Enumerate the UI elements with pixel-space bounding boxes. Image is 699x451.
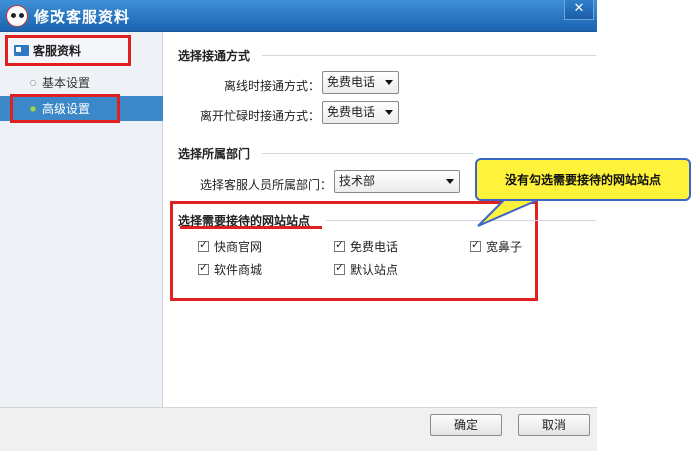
sidebar: 客服资料 基本设置 高级设置 [0,32,163,407]
site-label: 默认站点 [350,263,399,277]
checkmark-icon: ✓ [199,261,209,274]
section-title-connect: 选择接通方式 [178,49,251,63]
checkbox[interactable]: ✓ [334,238,345,252]
dialog-footer [0,407,597,451]
background-area [597,0,699,451]
title-bar: 修改客服资料 ✕ [0,0,597,32]
site-checkbox-item[interactable]: ✓ 宽鼻子 [470,238,522,255]
busy-connect-select[interactable]: 免费电话 [322,101,399,124]
section-title-department: 选择所属部门 [178,147,251,161]
section-divider [326,220,596,221]
close-button[interactable]: ✕ [564,0,594,20]
chevron-down-icon [446,179,454,184]
checkmark-icon: ✓ [199,238,209,251]
department-value: 技术部 [339,174,376,188]
section-divider [262,153,474,154]
department-label: 选择客服人员所属部门： [199,178,332,192]
ok-button[interactable]: 确定 [430,414,502,436]
checkmark-icon: ✓ [335,238,345,251]
offline-connect-value: 免费电话 [327,75,376,89]
checkbox[interactable]: ✓ [198,261,209,275]
offline-connect-select[interactable]: 免费电话 [322,71,399,94]
site-label: 免费电话 [350,240,399,254]
site-checkbox-item[interactable]: ✓ 免费电话 [334,238,398,255]
checkbox[interactable]: ✓ [470,238,481,252]
site-label: 软件商城 [214,263,263,277]
site-label: 快商官网 [214,240,263,254]
checkbox[interactable]: ✓ [198,238,209,252]
department-select[interactable]: 技术部 [334,170,460,193]
section-divider [262,55,596,56]
callout-annotation: 没有勾选需要接待的网站站点 [475,158,691,201]
offline-connect-label: 离线时接通方式： [223,79,320,93]
red-underline-annotation [180,226,322,229]
sidebar-header-label: 客服资料 [33,44,82,58]
highlight-box-advanced [10,94,120,123]
sidebar-header[interactable]: 客服资料 [5,35,131,66]
busy-connect-value: 免费电话 [327,105,376,119]
site-checkbox-item[interactable]: ✓ 默认站点 [334,261,398,278]
checkbox[interactable]: ✓ [334,261,345,275]
window-title: 修改客服资料 [34,8,131,26]
busy-connect-label: 离开忙碌时接通方式： [199,109,320,123]
checkmark-icon: ✓ [335,261,345,274]
bullet-icon [30,80,36,86]
checkmark-icon: ✓ [471,238,481,251]
callout-text: 没有勾选需要接待的网站站点 [504,173,661,187]
cancel-button[interactable]: 取消 [518,414,590,436]
sidebar-item-basic-settings[interactable]: 基本设置 [0,70,163,95]
id-card-icon [14,45,29,56]
app-logo-icon [6,5,28,27]
site-label: 宽鼻子 [486,240,523,254]
chevron-down-icon [385,80,393,85]
site-checkbox-item[interactable]: ✓ 快商官网 [198,238,262,255]
chevron-down-icon [385,110,393,115]
site-checkbox-item[interactable]: ✓ 软件商城 [198,261,262,278]
sidebar-item-label: 基本设置 [42,76,91,90]
